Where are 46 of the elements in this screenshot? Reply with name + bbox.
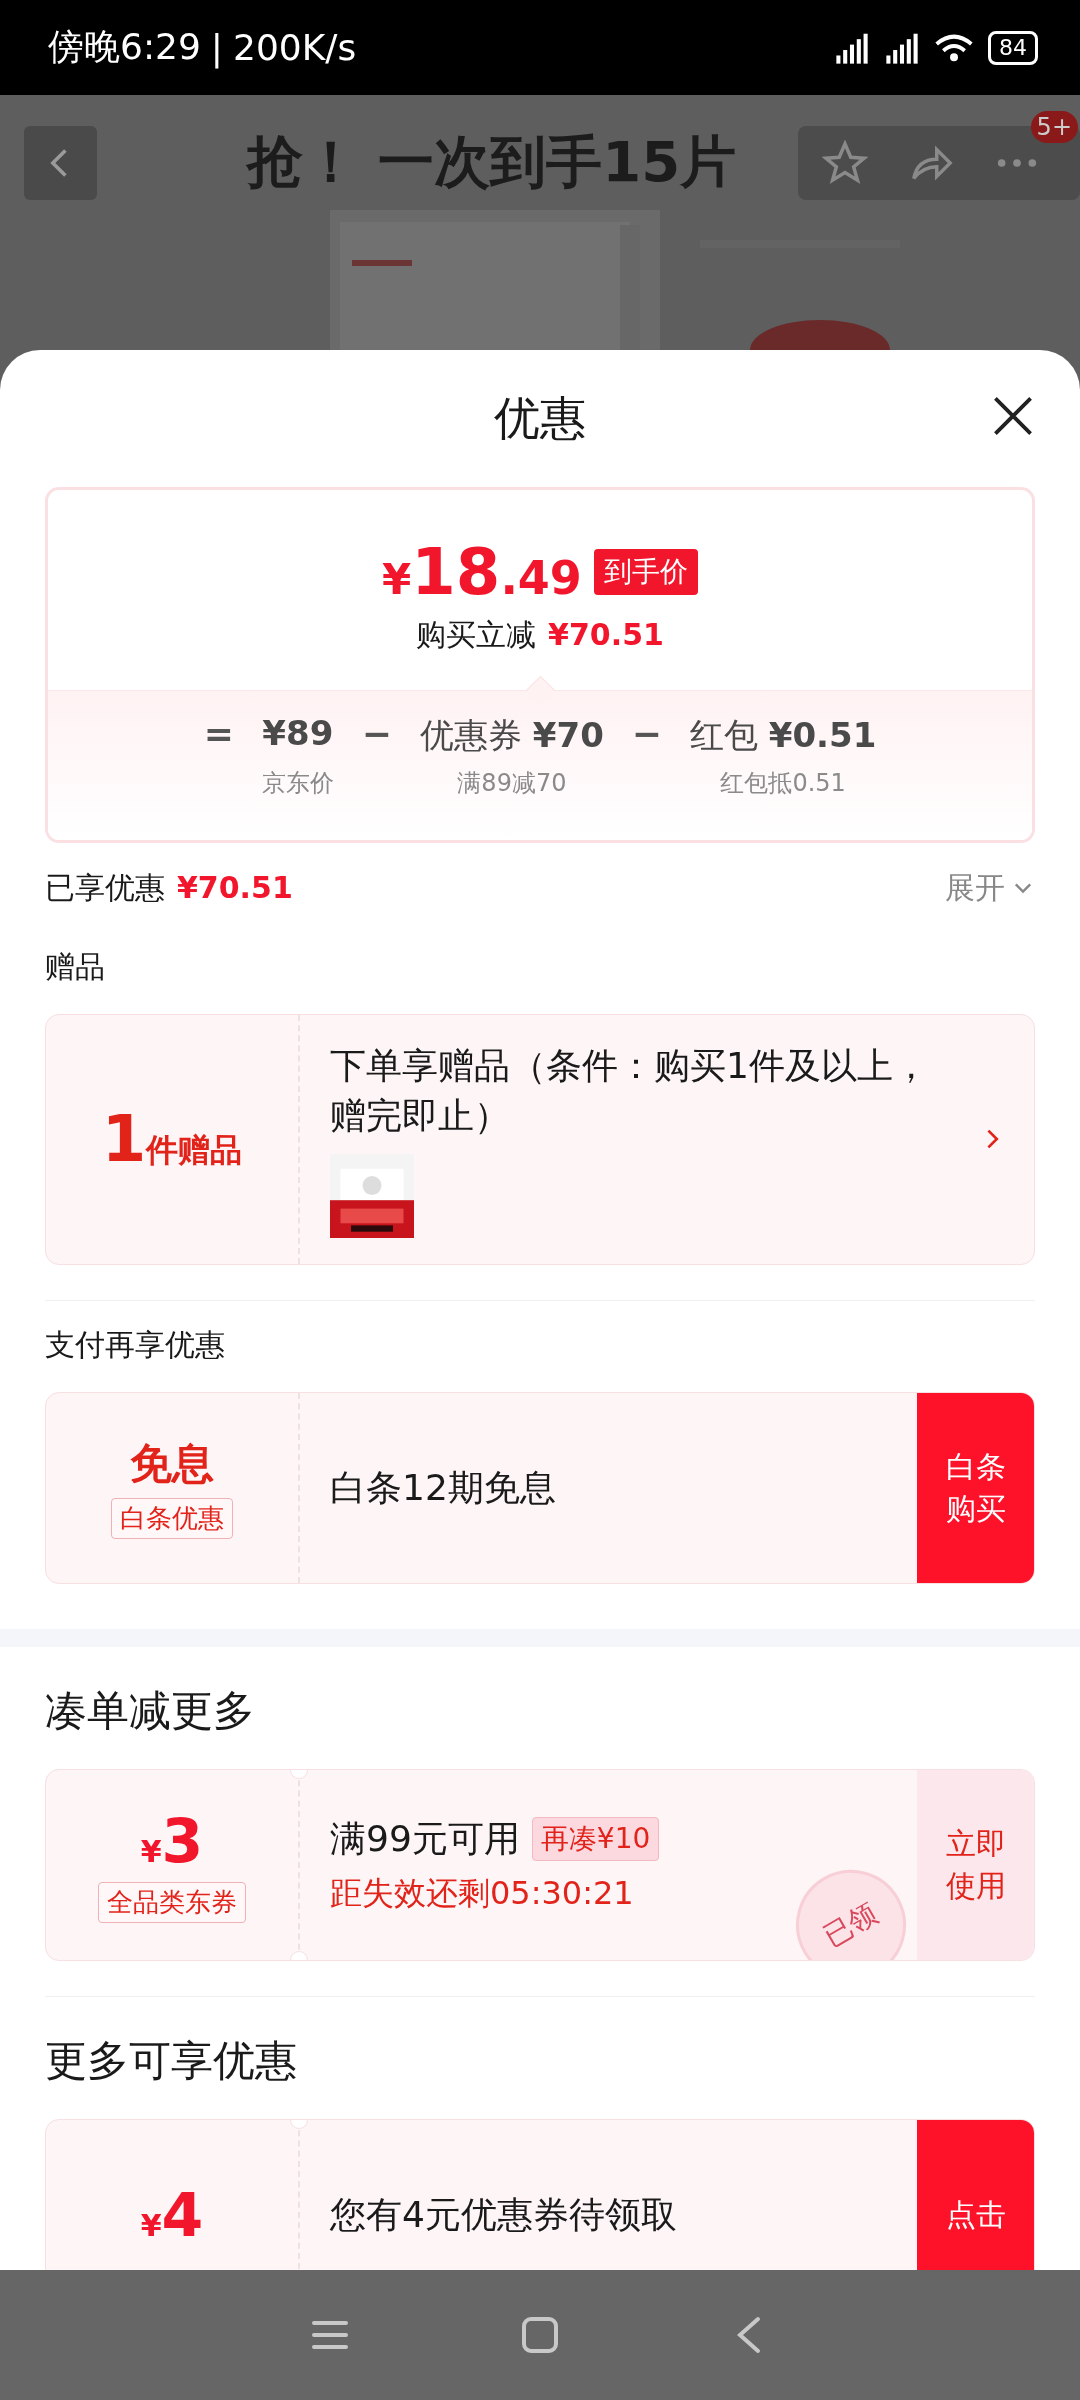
summary-label: 已享优惠 bbox=[45, 868, 165, 907]
coupon-tag: 全品类东券 bbox=[98, 1882, 246, 1924]
claim-button[interactable]: 点击 bbox=[917, 2119, 1034, 2270]
use-button[interactable]: 立即使用 bbox=[917, 1769, 1034, 1960]
sheet-title: 优惠 bbox=[494, 389, 586, 447]
saving-amount: ¥70.51 bbox=[548, 616, 664, 652]
coupon-condition: 满99元可用 bbox=[330, 1816, 520, 1861]
price-term: ¥89 bbox=[262, 713, 334, 755]
coupon-amount: ¥4 bbox=[140, 2179, 204, 2250]
star-icon[interactable] bbox=[822, 139, 868, 186]
network-speed: 200K/s bbox=[233, 27, 357, 68]
section-heading: 凑单减更多 bbox=[45, 1684, 256, 1737]
term-caption: 红包抵0.51 bbox=[720, 768, 846, 799]
offer-description: 白条12期免息 bbox=[330, 1465, 557, 1510]
section-heading: 支付再享优惠 bbox=[45, 1325, 226, 1364]
close-icon[interactable] bbox=[991, 394, 1035, 438]
countdown-text: 距失效还剩05:30:21 bbox=[330, 1872, 635, 1914]
equals-sign: = bbox=[203, 713, 234, 756]
term-caption: 京东价 bbox=[261, 768, 334, 799]
battery-level: 84 bbox=[999, 35, 1027, 60]
minus-sign: − bbox=[631, 713, 662, 756]
page-title: 抢！ 一次到手15片 bbox=[246, 127, 738, 196]
gift-count: 1件赠品 bbox=[101, 1102, 243, 1177]
saving-label: 购买立减 bbox=[416, 615, 537, 654]
offer-title: 免息 bbox=[130, 1438, 214, 1491]
back-button[interactable] bbox=[24, 125, 97, 200]
price-term: 优惠券 ¥70 bbox=[420, 714, 604, 757]
home-icon[interactable] bbox=[520, 2315, 560, 2355]
price-tag: 到手价 bbox=[593, 548, 698, 595]
final-price: ¥18.49 bbox=[382, 534, 582, 609]
section-heading: 赠品 bbox=[45, 948, 106, 986]
offer-tag: 白条优惠 bbox=[111, 1498, 233, 1540]
price-term: 红包 ¥0.51 bbox=[689, 714, 877, 757]
coupon-amount: ¥3 bbox=[140, 1806, 204, 1877]
notification-badge: 5+ bbox=[1030, 111, 1078, 143]
clock-time: 傍晚6:29 bbox=[48, 25, 201, 69]
term-caption: 满89减70 bbox=[457, 768, 567, 799]
expand-toggle[interactable]: 展开 bbox=[945, 867, 1035, 909]
gift-description: 下单享赠品（条件：购买1件及以上，赠完即止） bbox=[330, 1044, 930, 1139]
coupon-condition: 您有4元优惠券待领取 bbox=[330, 2192, 677, 2237]
minus-sign: − bbox=[361, 713, 392, 756]
add-on-chip: 再凑¥10 bbox=[531, 1816, 660, 1861]
buy-button[interactable]: 白条购买 bbox=[917, 1392, 1034, 1583]
separator-text: | bbox=[210, 27, 223, 68]
section-heading: 更多可享优惠 bbox=[45, 2034, 298, 2087]
summary-amount: ¥70.51 bbox=[177, 869, 293, 905]
